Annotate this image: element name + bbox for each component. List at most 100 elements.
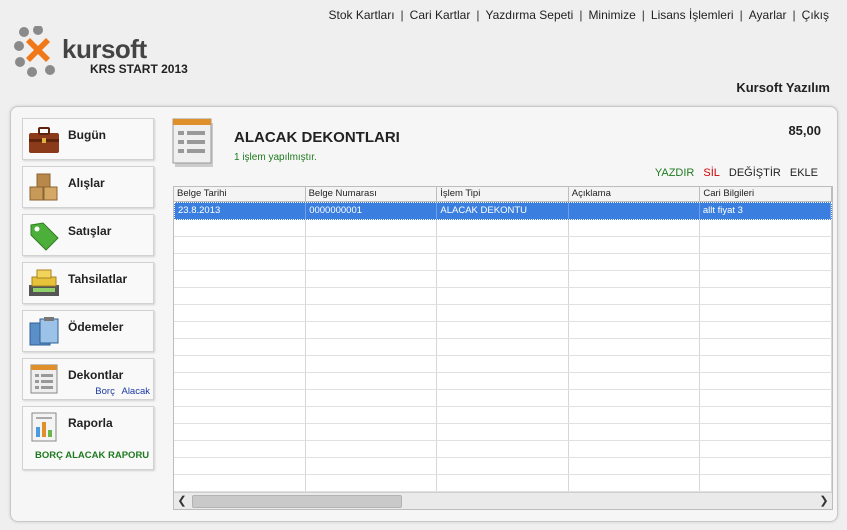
scroll-thumb[interactable] xyxy=(192,495,402,508)
menu-separator: | xyxy=(579,8,583,22)
empty-cell xyxy=(569,254,701,270)
menu-separator: | xyxy=(739,8,743,22)
sidebar-item-tahsilatlar[interactable]: Tahsilatlar xyxy=(22,262,154,304)
empty-cell xyxy=(174,407,306,423)
table-row[interactable]: 23.8.2013 0000000001 ALACAK DEKONTU allt… xyxy=(174,202,832,220)
dekont-table: Belge Tarihi Belge Numarası İşlem Tipi A… xyxy=(173,186,833,510)
empty-cell xyxy=(306,356,438,372)
sidebar-item-odemeler[interactable]: Ödemeler xyxy=(22,310,154,352)
empty-cell xyxy=(437,356,569,372)
table-header: Belge Tarihi Belge Numarası İşlem Tipi A… xyxy=(174,187,832,202)
delete-button[interactable]: SİL xyxy=(703,167,720,179)
empty-cell xyxy=(700,220,832,236)
empty-cell xyxy=(174,475,306,491)
status-message: 1 işlem yapılmıştır. xyxy=(234,152,317,163)
empty-cell xyxy=(174,458,306,474)
main-panel: Bugün Alışlar Satışlar Tahsilatlar Ödeme… xyxy=(10,106,838,522)
menu-stok-kartlari[interactable]: Stok Kartları xyxy=(329,8,395,22)
empty-cell xyxy=(700,237,832,253)
submenu-borc[interactable]: Borç xyxy=(95,386,115,397)
empty-cell xyxy=(700,271,832,287)
empty-table-row xyxy=(174,475,832,492)
sidebar: Bugün Alışlar Satışlar Tahsilatlar Ödeme… xyxy=(22,118,154,476)
empty-cell xyxy=(569,390,701,406)
empty-cell xyxy=(437,322,569,338)
sidebar-item-satislar[interactable]: Satışlar xyxy=(22,214,154,256)
horizontal-scrollbar[interactable]: ❮ ❯ xyxy=(174,492,832,509)
action-bar: YAZDIR SİL DEĞİŞTİR EKLE xyxy=(655,167,818,179)
boxes-icon xyxy=(29,173,58,201)
empty-cell xyxy=(569,407,701,423)
empty-cell xyxy=(437,407,569,423)
empty-cell xyxy=(174,271,306,287)
empty-cell xyxy=(700,288,832,304)
empty-cell xyxy=(437,220,569,236)
empty-cell xyxy=(174,339,306,355)
column-header-cari-bilgileri[interactable]: Cari Bilgileri xyxy=(700,187,832,201)
menu-separator: | xyxy=(641,8,645,22)
sidebar-item-label: Satışlar xyxy=(68,224,112,238)
empty-table-row xyxy=(174,407,832,424)
empty-cell xyxy=(437,458,569,474)
menu-cari-kartlar[interactable]: Cari Kartlar xyxy=(410,8,471,22)
borc-alacak-report-link[interactable]: BORÇ ALACAK RAPORU xyxy=(35,450,149,461)
empty-cell xyxy=(174,254,306,270)
menu-separator: | xyxy=(400,8,404,22)
empty-rows xyxy=(174,220,832,492)
column-header-belge-numarasi[interactable]: Belge Numarası xyxy=(306,187,438,201)
empty-cell xyxy=(569,288,701,304)
empty-cell xyxy=(306,220,438,236)
sidebar-item-bugun[interactable]: Bugün xyxy=(22,118,154,160)
empty-cell xyxy=(569,237,701,253)
empty-cell xyxy=(306,254,438,270)
menu-cikis[interactable]: Çıkış xyxy=(802,8,829,22)
payment-clipboard-icon xyxy=(29,317,59,346)
empty-cell xyxy=(306,475,438,491)
empty-cell xyxy=(174,237,306,253)
menu-ayarlar[interactable]: Ayarlar xyxy=(749,8,787,22)
document-icon xyxy=(30,364,58,394)
empty-cell xyxy=(437,237,569,253)
empty-cell xyxy=(569,271,701,287)
empty-cell xyxy=(437,475,569,491)
empty-cell xyxy=(174,288,306,304)
column-header-belge-tarihi[interactable]: Belge Tarihi xyxy=(174,187,306,201)
empty-table-row xyxy=(174,390,832,407)
empty-cell xyxy=(174,373,306,389)
print-button[interactable]: YAZDIR xyxy=(655,167,695,179)
scroll-right-icon[interactable]: ❯ xyxy=(816,493,832,509)
sidebar-item-dekontlar[interactable]: Dekontlar Borç Alacak xyxy=(22,358,154,400)
empty-cell xyxy=(569,305,701,321)
app-logo: kursoft KRS START 2013 xyxy=(14,26,194,86)
page-title: ALACAK DEKONTLARI xyxy=(234,129,400,146)
empty-cell xyxy=(437,339,569,355)
menu-lisans-islemleri[interactable]: Lisans İşlemleri xyxy=(651,8,734,22)
total-amount: 85,00 xyxy=(788,123,821,138)
sidebar-item-alislar[interactable]: Alışlar xyxy=(22,166,154,208)
empty-cell xyxy=(174,390,306,406)
empty-cell xyxy=(437,441,569,457)
empty-cell xyxy=(306,373,438,389)
empty-cell xyxy=(174,322,306,338)
sidebar-item-label: Dekontlar xyxy=(68,368,124,382)
scroll-left-icon[interactable]: ❮ xyxy=(174,493,190,509)
empty-cell xyxy=(700,305,832,321)
empty-table-row xyxy=(174,322,832,339)
sidebar-item-raporla[interactable]: Raporla BORÇ ALACAK RAPORU xyxy=(22,406,154,470)
menu-yazdirma-sepeti[interactable]: Yazdırma Sepeti xyxy=(485,8,573,22)
empty-cell xyxy=(700,356,832,372)
submenu-alacak[interactable]: Alacak xyxy=(121,386,150,397)
empty-cell xyxy=(569,322,701,338)
empty-cell xyxy=(306,424,438,440)
empty-cell xyxy=(174,441,306,457)
menu-minimize[interactable]: Minimize xyxy=(588,8,635,22)
company-name: Kursoft Yazılım xyxy=(736,80,830,95)
edit-button[interactable]: DEĞİŞTİR xyxy=(729,167,781,179)
add-button[interactable]: EKLE xyxy=(790,167,818,179)
empty-cell xyxy=(306,237,438,253)
empty-cell xyxy=(700,322,832,338)
empty-table-row xyxy=(174,424,832,441)
sidebar-item-label: Alışlar xyxy=(68,176,105,190)
column-header-islem-tipi[interactable]: İşlem Tipi xyxy=(437,187,569,201)
column-header-aciklama[interactable]: Açıklama xyxy=(569,187,701,201)
